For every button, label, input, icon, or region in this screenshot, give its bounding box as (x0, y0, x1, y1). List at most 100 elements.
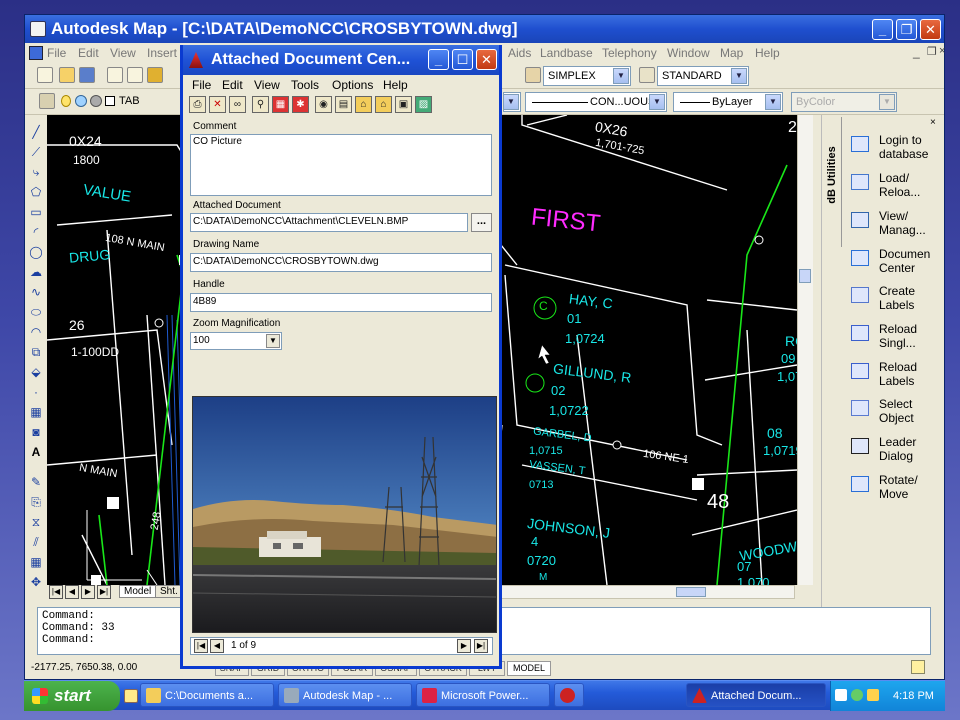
last-tab-icon[interactable]: ▶| (97, 585, 111, 599)
dialog-maximize-button[interactable]: ☐ (452, 49, 473, 70)
tray-status-icon[interactable] (851, 689, 863, 701)
next-tab-icon[interactable]: ▶ (81, 585, 95, 599)
dialog-minimize-button[interactable]: _ (428, 49, 449, 70)
table-red-icon[interactable]: ▦ (272, 96, 289, 113)
menu-aids[interactable]: Aids (508, 46, 531, 60)
circle-icon[interactable]: ◯ (29, 245, 43, 259)
quick-launch-icon[interactable] (124, 689, 138, 703)
offset-icon[interactable]: ⫽ (29, 535, 43, 549)
prev-tab-icon[interactable]: ◀ (65, 585, 79, 599)
region-icon[interactable]: ◙ (29, 425, 43, 439)
linetype-select[interactable]: CON...UOUS ▼ (525, 92, 667, 112)
dialog-close-button[interactable]: ✕ (476, 49, 497, 70)
dialog-menu-edit[interactable]: Edit (222, 78, 243, 92)
dim-style-select[interactable]: STANDARD ▼ (657, 66, 749, 86)
dialog-menu-file[interactable]: File (192, 78, 211, 92)
lock-icon[interactable] (90, 95, 102, 107)
handle-field[interactable]: 4B89 (190, 293, 492, 312)
first-tab-icon[interactable]: |◀ (49, 585, 63, 599)
hatch-icon[interactable]: ▦ (29, 405, 43, 419)
bulb-icon[interactable] (61, 95, 71, 107)
scroll-thumb[interactable] (799, 269, 811, 283)
prev-record-icon[interactable]: ◀ (210, 639, 224, 653)
menu-window[interactable]: Window (667, 46, 710, 60)
db-item-reload-labels[interactable]: Reload Labels (851, 360, 943, 396)
db-item-reload-single[interactable]: Reload Singl... (851, 322, 943, 358)
find-icon[interactable]: ⚲ (252, 96, 269, 113)
task-record[interactable] (554, 683, 584, 707)
menu-map[interactable]: Map (720, 46, 743, 60)
freeze-icon[interactable] (75, 95, 87, 107)
copy-icon[interactable]: ⎘ (29, 495, 43, 509)
make-block-icon[interactable]: ⬙ (29, 365, 43, 379)
settings-red-icon[interactable]: ✱ (292, 96, 309, 113)
tray-speaker-icon[interactable] (867, 689, 879, 701)
restore-button[interactable]: ❐ (896, 19, 917, 40)
lineweight-select[interactable]: ByLayer ▼ (673, 92, 783, 112)
menu-view[interactable]: View (110, 46, 136, 60)
tab-sheet[interactable]: Sht. (155, 585, 183, 598)
task-documents[interactable]: C:\Documents a... (140, 683, 274, 707)
last-record-icon[interactable]: ▶| (474, 639, 488, 653)
save-icon[interactable] (79, 67, 95, 83)
ellipse-arc-icon[interactable]: ◠ (29, 325, 43, 339)
vertical-scrollbar[interactable] (797, 115, 813, 585)
menu-landbase[interactable]: Landbase (540, 46, 593, 60)
db-item-leader-dialog[interactable]: Leader Dialog (851, 435, 943, 471)
comment-textarea[interactable]: CO Picture (190, 134, 492, 196)
tray-network-icon[interactable] (835, 689, 847, 701)
palette-close-icon[interactable]: × (930, 117, 936, 128)
document-icon[interactable] (29, 46, 43, 60)
model-toggle[interactable]: MODEL (507, 661, 551, 676)
task-attached-document[interactable]: Attached Docum... (686, 683, 826, 707)
doc-min-icon[interactable]: _ (913, 45, 920, 59)
close-button[interactable]: ✕ (920, 19, 941, 40)
layers-icon[interactable] (39, 93, 55, 109)
text-style-select[interactable]: SIMPLEX ▼ (543, 66, 631, 86)
drawing-name-field[interactable]: C:\DATA\DemoNCC\CROSBYTOWN.dwg (190, 253, 492, 272)
link-icon[interactable]: ∞ (229, 96, 246, 113)
point-icon[interactable]: · (29, 385, 43, 399)
db-item-create-labels[interactable]: Create Labels (851, 284, 943, 320)
menu-edit[interactable]: Edit (78, 46, 99, 60)
minimize-button[interactable]: _ (872, 19, 893, 40)
mtext-icon[interactable]: A (29, 445, 43, 459)
doc-close-icon[interactable]: × (939, 45, 945, 57)
db-item-load-reload[interactable]: Load/ Reloa... (851, 171, 943, 207)
preview-icon[interactable] (127, 67, 143, 83)
rectangle-icon[interactable]: ▭ (29, 205, 43, 219)
next-record-icon[interactable]: ▶ (457, 639, 471, 653)
print-icon[interactable] (107, 67, 123, 83)
browse-folder-icon[interactable]: ⌂ (375, 96, 392, 113)
start-button[interactable]: start (24, 681, 120, 711)
db-item-rotate-move[interactable]: Rotate/ Move (851, 473, 943, 509)
layer-value[interactable]: TAB (119, 95, 140, 107)
attached-document-field[interactable]: C:\DATA\DemoNCC\Attachment\CLEVELN.BMP (190, 213, 468, 232)
plotstyle-select[interactable]: ByColor ▼ (791, 92, 897, 112)
db-item-view-manage[interactable]: View/ Manag... (851, 209, 943, 245)
zoom-magnification-select[interactable]: 100 ▼ (190, 332, 282, 350)
arc-icon[interactable]: ◜ (29, 225, 43, 239)
tab-model[interactable]: Model (119, 585, 157, 598)
dialog-menu-view[interactable]: View (254, 78, 280, 92)
db-utilities-tab[interactable]: dB Utilities (822, 117, 842, 247)
hscroll-thumb[interactable] (676, 587, 706, 597)
save-doc-icon[interactable]: ▣ (395, 96, 412, 113)
publish-icon[interactable] (147, 67, 163, 83)
menu-telephony[interactable]: Telephony (602, 46, 657, 60)
task-autodesk-map[interactable]: Autodesk Map - ... (278, 683, 412, 707)
dialog-title-bar[interactable]: Attached Document Cen... _ ☐ ✕ (183, 45, 499, 75)
layer-dropdown[interactable]: ▼ (503, 92, 521, 112)
doc-restore-icon[interactable]: ❐ (927, 45, 937, 58)
open-folder-icon[interactable]: ⌂ (355, 96, 372, 113)
db-item-database-login[interactable]: Login to database (851, 133, 943, 169)
main-title-bar[interactable]: Autodesk Map - [C:\DATA\DemoNCC\CROSBYTO… (25, 15, 944, 43)
image-icon[interactable]: ▨ (415, 96, 432, 113)
mirror-icon[interactable]: ⧖ (29, 515, 43, 529)
insert-block-icon[interactable]: ⧉ (29, 345, 43, 359)
first-record-icon[interactable]: |◀ (194, 639, 208, 653)
construction-line-icon[interactable]: ⟋ (29, 145, 43, 159)
browse-button[interactable]: ... (471, 213, 492, 232)
task-powerpoint[interactable]: Microsoft Power... (416, 683, 550, 707)
dialog-menu-options[interactable]: Options (332, 78, 373, 92)
